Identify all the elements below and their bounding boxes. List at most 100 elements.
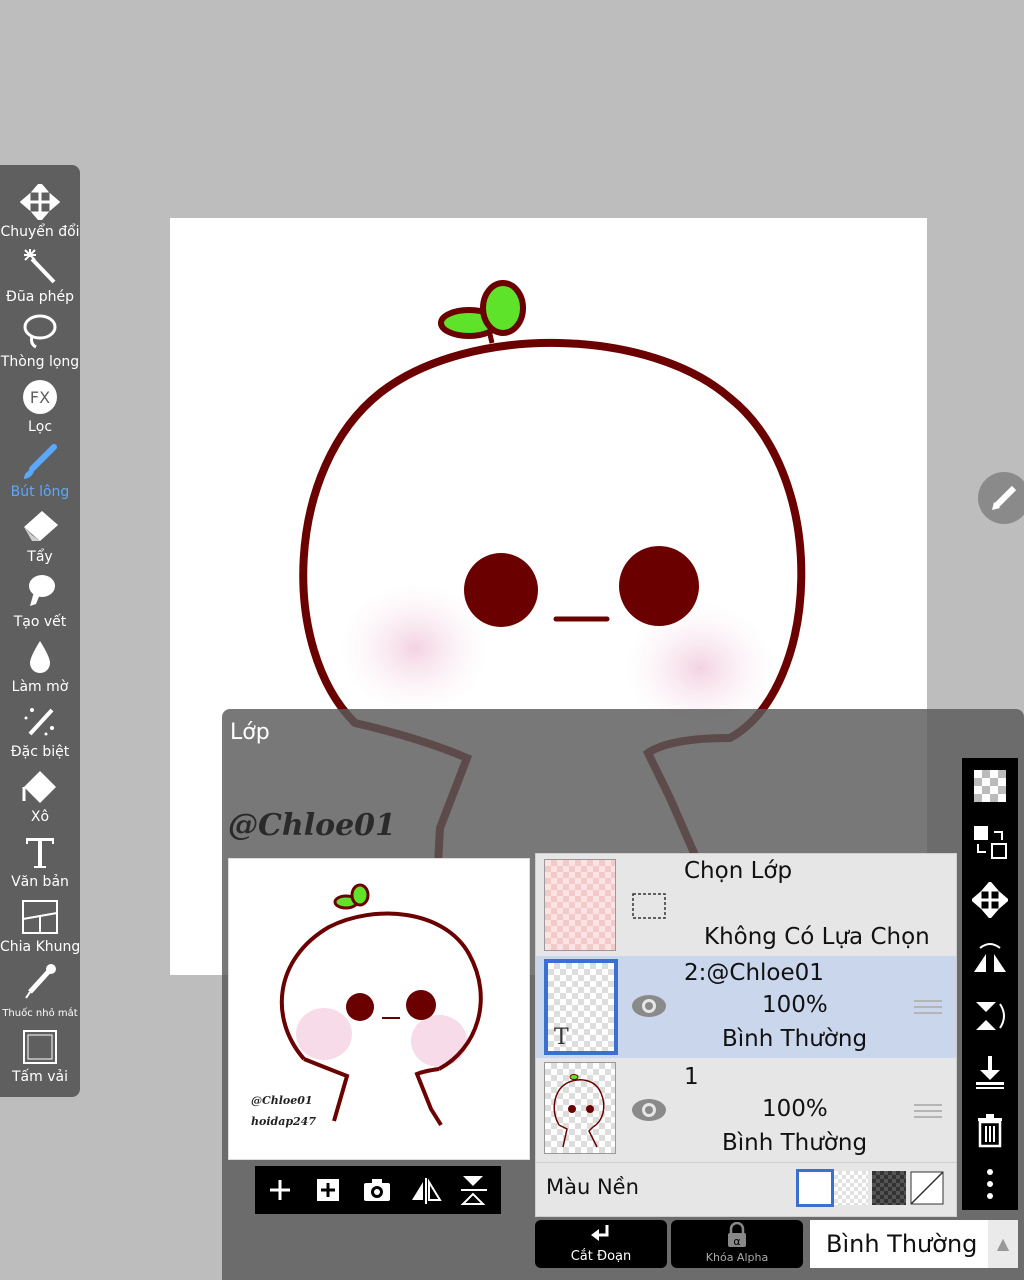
layer-blend-mode: Bình Thường [722,1130,868,1156]
visibility-eye-icon[interactable] [631,994,667,1018]
layers-list: Chọn Lớp Không Có Lựa Chọn T 2:@Chloe01 … [535,853,957,1217]
layer-preview: @Chloe01 hoidap247 [228,858,530,1160]
clip-label: Cắt Đoạn [570,1249,632,1264]
tool-canvas[interactable]: Tấm vải [0,1025,80,1089]
tool-brush[interactable]: Bút lông [0,440,80,504]
more-options-icon[interactable] [972,1166,1008,1202]
tool-label: Văn bản [11,874,69,890]
blur-drop-icon [30,641,50,673]
bucket-icon [22,771,56,803]
layer-row[interactable]: 1 100% Bình Thường [536,1060,956,1160]
tool-label: Đặc biệt [10,744,70,760]
tool-blur[interactable]: Làm mờ [0,635,80,699]
tool-label: Thòng lọng [0,354,80,370]
layer-thumbnail [544,1062,616,1154]
eraser-icon [24,511,58,541]
merge-down-icon[interactable] [972,1054,1008,1090]
selection-layer-row[interactable]: Chọn Lớp Không Có Lựa Chọn [536,854,956,954]
alpha-glyph: α [733,1235,740,1248]
tool-transform[interactable]: Chuyển đổi [0,180,80,244]
tool-frame-divide[interactable]: Chia Khung [0,895,80,959]
tool-label: Đũa phép [5,289,74,305]
tool-label: Tạo vết [13,614,67,630]
lasso-icon [23,314,57,349]
tool-label: Bút lông [10,484,70,500]
selection-row-title: Chọn Lớp [684,858,793,884]
tool-lasso[interactable]: Thòng lọng [0,310,80,374]
blend-mode-select[interactable]: Bình Thường [810,1220,988,1268]
layer-tools-sidebar [962,758,1018,1210]
move-arrows-icon [20,184,60,220]
alpha-lock-label: Khóa Alpha [705,1251,769,1264]
tool-filter[interactable]: FX Lọc [0,375,80,439]
layer-thumbnail-drawing [553,1074,605,1148]
delete-layer-icon[interactable] [972,1112,1008,1148]
selection-row-status: Không Có Lựa Chọn [704,924,930,950]
special-wand-icon [24,708,54,736]
preview-drawing: @Chloe01 hoidap247 [251,883,483,1128]
layer-name: 2:@Chloe01 [684,960,824,986]
lock-icon: α [728,1222,746,1248]
flip-horizontal-icon[interactable] [408,1172,444,1208]
background-label: Màu Nền [546,1175,639,1199]
pencil-icon [992,485,1017,510]
magic-wand-icon [24,249,56,284]
bg-none-swatch[interactable] [910,1171,944,1205]
tool-label: Xô [30,809,50,825]
flip-vertical-icon[interactable] [457,1172,493,1208]
tool-eyedropper[interactable]: Thuốc nhỏ mắt [0,960,80,1024]
layer-opacity: 100% [762,992,828,1018]
add-special-layer-icon[interactable] [310,1172,346,1208]
visibility-eye-icon[interactable] [631,1098,667,1122]
layer-row[interactable]: T 2:@Chloe01 100% Bình Thường [536,956,956,1058]
drag-handle-icon[interactable] [914,1100,942,1120]
bg-transparent-swatch[interactable] [834,1171,868,1205]
bg-white-swatch[interactable] [796,1169,834,1207]
camera-icon[interactable] [359,1172,395,1208]
swap-layers-icon[interactable] [972,824,1008,860]
pencil-button[interactable] [978,472,1024,524]
tool-magic-wand[interactable]: Đũa phép [0,245,80,309]
tool-text[interactable]: Văn bản [0,830,80,894]
canvas-icon [23,1030,57,1064]
tool-label: Làm mờ [11,679,69,695]
tool-label: Chia Khung [0,939,81,955]
tool-label: Chuyển đổi [0,224,80,240]
flip-layer-horizontal-icon[interactable] [972,940,1008,976]
bg-dark-swatch[interactable] [872,1171,906,1205]
checkerboard-icon[interactable] [972,768,1008,804]
tool-smudge[interactable]: Tạo vết [0,570,80,634]
drag-handle-icon[interactable] [914,996,942,1016]
tool-special[interactable]: Đặc biệt [0,700,80,764]
text-layer-icon: T [554,1025,569,1050]
layer-panel-title: Lớp [230,720,270,745]
layer-actions-bar [255,1166,501,1214]
tool-bucket[interactable]: Xô [0,765,80,829]
flip-layer-vertical-icon[interactable] [972,998,1008,1034]
frame-divide-icon [22,900,58,934]
dropdown-arrow-icon[interactable]: ▲ [988,1220,1018,1268]
layer-thumbnail: T [544,959,618,1055]
clipping-button[interactable]: Cắt Đoạn [535,1220,667,1268]
preview-caption-2: hoidap247 [251,1115,316,1128]
layer-blend-mode: Bình Thường [722,1026,868,1052]
tools-sidebar: Chuyển đổi Đũa phép Thòng lọng FX Lọc Bú… [0,165,80,1097]
tool-eraser[interactable]: Tẩy [0,505,80,569]
add-layer-icon[interactable] [262,1172,298,1208]
clip-arrow-icon [591,1225,609,1241]
alpha-lock-button[interactable]: α Khóa Alpha [671,1220,803,1268]
smudge-icon [29,575,55,606]
fx-filter-icon: FX [23,380,57,414]
text-tool-icon [26,838,54,868]
tool-label: Tẩy [27,549,53,565]
tool-label: Lọc [27,419,53,435]
eyedropper-icon [25,964,56,999]
move-layer-icon[interactable] [972,882,1008,918]
selection-marquee-icon [632,893,666,919]
preview-caption-1: @Chloe01 [251,1094,313,1107]
layer-name: 1 [684,1064,699,1090]
fx-text: FX [30,388,50,407]
tool-label: Tấm vải [12,1069,68,1085]
background-color-row: Màu Nền [536,1162,956,1217]
selection-thumbnail [544,859,616,951]
